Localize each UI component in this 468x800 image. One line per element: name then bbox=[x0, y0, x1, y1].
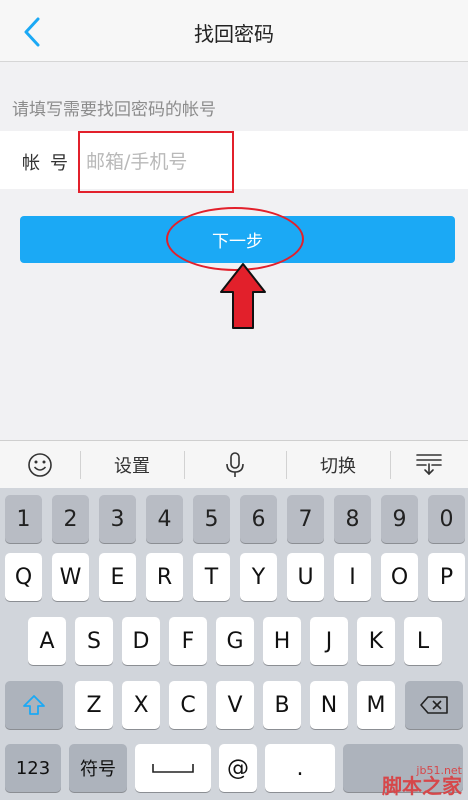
microphone-icon bbox=[226, 452, 244, 477]
account-label: 帐号 bbox=[22, 153, 78, 174]
nav-bar: 找回密码 bbox=[0, 0, 468, 62]
arrow-up-icon bbox=[220, 263, 266, 329]
key-w[interactable]: W bbox=[52, 553, 89, 601]
key-c[interactable]: C bbox=[169, 681, 207, 729]
keyboard: 1 2 3 4 5 6 7 8 9 0 Q W E R T Y U I O P … bbox=[0, 488, 468, 800]
space-key[interactable] bbox=[135, 744, 211, 792]
shift-key[interactable] bbox=[5, 681, 63, 729]
key-6[interactable]: 6 bbox=[240, 495, 277, 543]
key-i[interactable]: I bbox=[334, 553, 371, 601]
key-x[interactable]: X bbox=[122, 681, 160, 729]
shift-arrow-icon bbox=[23, 695, 45, 715]
key-9[interactable]: 9 bbox=[381, 495, 418, 543]
key-s[interactable]: S bbox=[75, 617, 113, 665]
key-t[interactable]: T bbox=[193, 553, 230, 601]
page-title: 找回密码 bbox=[194, 22, 274, 46]
key-5[interactable]: 5 bbox=[193, 495, 230, 543]
key-2[interactable]: 2 bbox=[52, 495, 89, 543]
key-l[interactable]: L bbox=[404, 617, 442, 665]
symbols-key[interactable]: 符号 bbox=[69, 744, 127, 792]
key-z[interactable]: Z bbox=[75, 681, 113, 729]
space-bar-icon bbox=[152, 764, 194, 773]
key-3[interactable]: 3 bbox=[99, 495, 136, 543]
key-0[interactable]: 0 bbox=[428, 495, 465, 543]
key-h[interactable]: H bbox=[263, 617, 301, 665]
form-hint: 请填写需要找回密码的帐号 bbox=[12, 100, 216, 120]
account-row: 帐号 bbox=[0, 131, 468, 193]
key-q[interactable]: Q bbox=[5, 553, 42, 601]
keyboard-settings-button[interactable]: 设置 bbox=[82, 441, 182, 489]
key-4[interactable]: 4 bbox=[146, 495, 183, 543]
toolbar-divider bbox=[390, 451, 391, 479]
key-8[interactable]: 8 bbox=[334, 495, 371, 543]
key-f[interactable]: F bbox=[169, 617, 207, 665]
toolbar-divider bbox=[286, 451, 287, 479]
key-y[interactable]: Y bbox=[240, 553, 277, 601]
key-g[interactable]: G bbox=[216, 617, 254, 665]
numbers-key[interactable]: 123 bbox=[5, 744, 61, 792]
key-o[interactable]: O bbox=[381, 553, 418, 601]
key-j[interactable]: J bbox=[310, 617, 348, 665]
smiley-icon bbox=[28, 453, 52, 477]
backspace-icon bbox=[420, 696, 448, 714]
key-b[interactable]: B bbox=[263, 681, 301, 729]
watermark: jb51.net 脚本之家 bbox=[382, 765, 462, 796]
toolbar-divider bbox=[184, 451, 185, 479]
key-v[interactable]: V bbox=[216, 681, 254, 729]
key-7[interactable]: 7 bbox=[287, 495, 324, 543]
key-m[interactable]: M bbox=[357, 681, 395, 729]
key-u[interactable]: U bbox=[287, 553, 324, 601]
key-n[interactable]: N bbox=[310, 681, 348, 729]
key-a[interactable]: A bbox=[28, 617, 66, 665]
backspace-key[interactable] bbox=[405, 681, 463, 729]
toolbar-divider bbox=[80, 451, 81, 479]
dot-key[interactable]: . bbox=[265, 744, 335, 792]
switch-keyboard-button[interactable]: 切换 bbox=[288, 441, 388, 489]
key-d[interactable]: D bbox=[122, 617, 160, 665]
key-p[interactable]: P bbox=[428, 553, 465, 601]
account-input[interactable] bbox=[78, 131, 234, 193]
key-k[interactable]: K bbox=[357, 617, 395, 665]
hide-keyboard-button[interactable] bbox=[396, 441, 462, 489]
keyboard-toolbar: 设置 切换 bbox=[0, 440, 468, 488]
keyboard-hide-icon bbox=[416, 454, 442, 476]
key-1[interactable]: 1 bbox=[5, 495, 42, 543]
at-key[interactable]: @ bbox=[219, 744, 257, 792]
key-e[interactable]: E bbox=[99, 553, 136, 601]
emoji-button[interactable] bbox=[14, 441, 66, 489]
watermark-name: 脚本之家 bbox=[382, 774, 462, 798]
key-r[interactable]: R bbox=[146, 553, 183, 601]
voice-input-button[interactable] bbox=[186, 441, 284, 489]
